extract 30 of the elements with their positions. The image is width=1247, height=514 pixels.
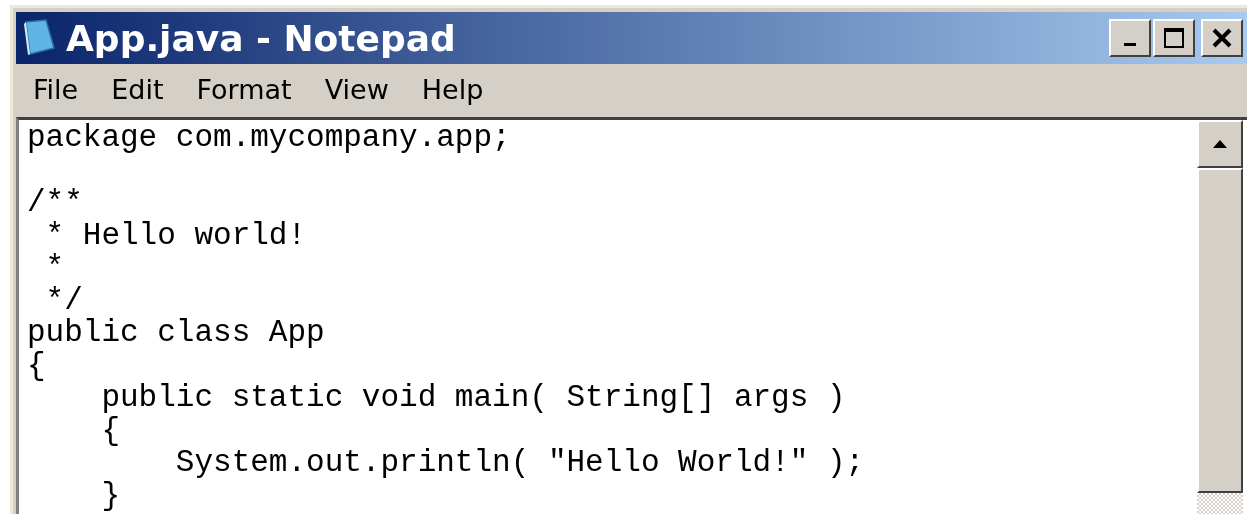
minimize-icon (1124, 42, 1136, 46)
maximize-button[interactable] (1153, 19, 1195, 57)
code-line: { (27, 349, 46, 382)
code-line: } (100, 479, 120, 512)
menu-item[interactable]: View (324, 73, 389, 105)
menu-item[interactable]: Help (421, 73, 484, 105)
code-line: /** (27, 187, 83, 220)
window-title: App.java - Notepad (66, 17, 456, 59)
code-line: { (100, 414, 120, 447)
menu-item[interactable]: File (33, 73, 79, 105)
code-line: * (44, 252, 65, 285)
code-line: public static void main( String[] args ) (100, 382, 846, 415)
code-line: */ (44, 284, 83, 317)
text-editor[interactable]: package com.mycompany.app; /** * Hello world! * */ public class App { public static void main( String[] args ) { System.out.println( "Hello World!" ); } (16, 117, 1247, 514)
code-line: System.out.println( "Hello World!" ); (174, 447, 865, 480)
code-line: public class App (27, 317, 325, 350)
scrollbar-thumb[interactable] (1197, 168, 1243, 493)
notepad-icon (22, 18, 58, 58)
scroll-up-button[interactable] (1197, 120, 1243, 168)
close-button[interactable] (1201, 19, 1243, 57)
vertical-scrollbar[interactable] (1197, 120, 1243, 514)
up-arrow-icon (1213, 140, 1227, 148)
close-icon (1211, 27, 1233, 49)
minimize-button[interactable] (1109, 19, 1151, 57)
menu-item[interactable]: Edit (111, 73, 164, 105)
scrollbar-track[interactable] (1197, 493, 1243, 514)
menu-item[interactable]: Format (196, 73, 292, 105)
maximize-icon (1163, 27, 1185, 49)
code-line: * Hello world! (44, 219, 307, 252)
code-line: package com.mycompany.app; (27, 122, 511, 155)
